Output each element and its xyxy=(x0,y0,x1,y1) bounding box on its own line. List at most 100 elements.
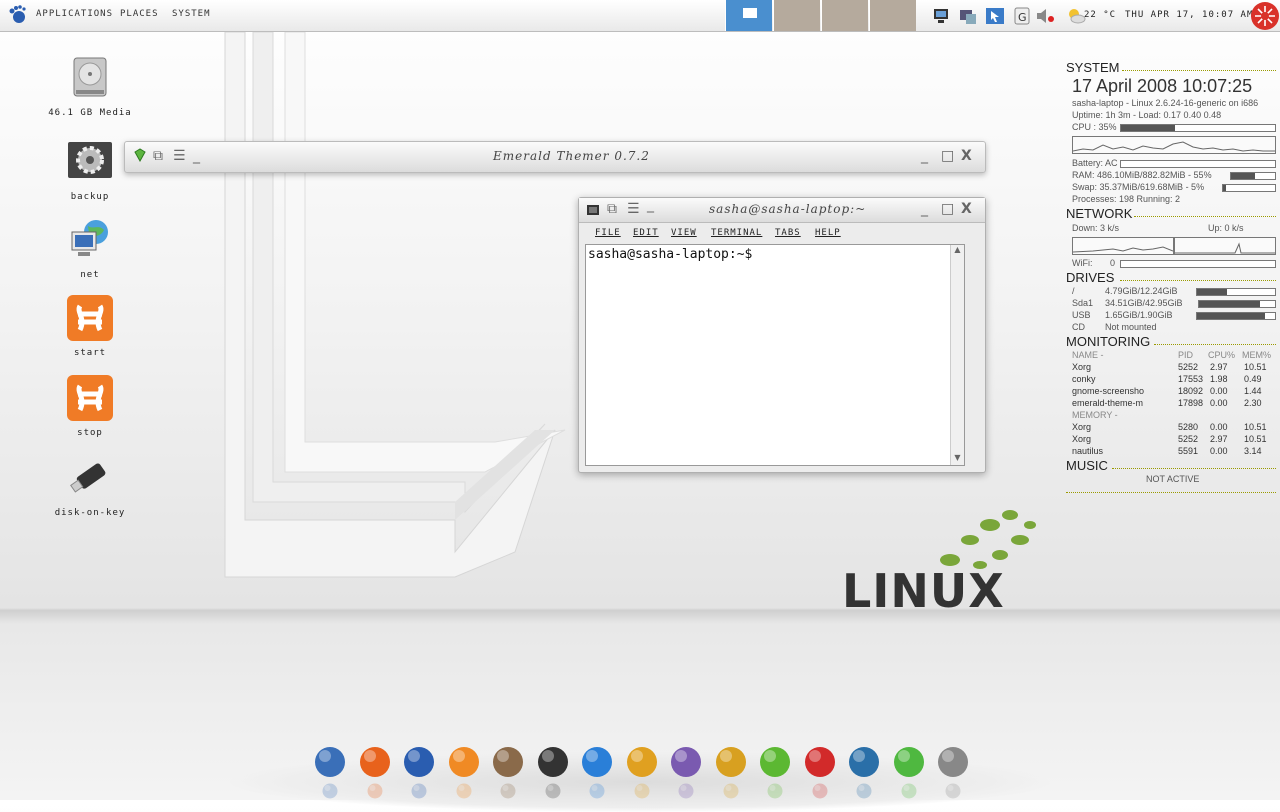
desktop-icon-net[interactable]: net xyxy=(45,216,135,280)
desktop-icon-media[interactable]: 46.1 GB Media xyxy=(45,54,135,118)
conky-monitoring-header: MONITORING xyxy=(1066,334,1151,349)
ram-bar-fill xyxy=(1231,173,1256,179)
computer-icon[interactable] xyxy=(958,6,978,26)
terminal-menu-terminal[interactable]: Terminal xyxy=(711,228,762,238)
pidgin-icon[interactable] xyxy=(668,744,704,780)
desktop-icon-stop[interactable]: stop xyxy=(45,374,135,438)
shutdown-icon[interactable] xyxy=(1250,1,1280,31)
process-mem: 0.49 xyxy=(1244,374,1262,384)
workspace-1[interactable] xyxy=(725,0,772,31)
cursor-icon[interactable] xyxy=(985,6,1005,26)
thunderbird-icon[interactable] xyxy=(401,744,437,780)
memory-label: MEMORY - xyxy=(1072,410,1118,420)
conky-battery: Battery: AC xyxy=(1072,158,1118,168)
weather-temperature[interactable]: 22 °C xyxy=(1084,10,1116,20)
skype-icon[interactable] xyxy=(757,744,793,780)
close-button[interactable]: X xyxy=(961,202,975,216)
usb-drive-icon xyxy=(70,463,106,493)
terminal-titlebar[interactable]: ⧉ ☰ _ sasha@sasha-laptop:~ _ □ X xyxy=(579,198,985,223)
process-name: Xorg xyxy=(1072,422,1092,432)
minimize-button[interactable]: _ xyxy=(921,202,935,216)
dock-reflection xyxy=(812,783,827,799)
maximize-button[interactable]: □ xyxy=(941,149,955,163)
process-mem: 10.51 xyxy=(1244,362,1267,372)
desktop-icon-disk-on-key[interactable]: disk-on-key xyxy=(45,454,135,518)
terminal-menu-view[interactable]: View xyxy=(671,228,697,238)
terminal-app-icon xyxy=(587,205,599,215)
weather-icon[interactable] xyxy=(1066,6,1086,26)
window-shade-icon[interactable]: _ xyxy=(193,149,207,163)
scroll-up-icon[interactable]: ▲ xyxy=(951,245,964,257)
terminal-menu-file[interactable]: File xyxy=(595,228,621,238)
emerald-icon[interactable] xyxy=(891,744,927,780)
dock-reflection xyxy=(367,783,382,799)
minimize-button[interactable]: _ xyxy=(921,149,935,163)
window-shade-icon[interactable]: _ xyxy=(647,198,661,212)
keyboard-layout-icon[interactable]: G xyxy=(1012,6,1032,26)
battery-bar xyxy=(1120,160,1276,168)
process-cpu: 2.97 xyxy=(1210,362,1228,372)
trash-icon[interactable] xyxy=(935,744,971,780)
drive-bar-fill xyxy=(1199,301,1260,307)
volume-muted-icon[interactable] xyxy=(1035,6,1055,26)
conky-swap: Swap: 35.37MiB/619.68MiB - 5% xyxy=(1072,182,1205,192)
terminal-menu-tabs[interactable]: Tabs xyxy=(775,228,801,238)
blender-icon[interactable] xyxy=(446,744,482,780)
dock-reflection xyxy=(545,783,560,799)
col-pid: PID xyxy=(1178,350,1194,360)
process-name: nautilus xyxy=(1072,446,1104,456)
desktop-icon[interactable] xyxy=(312,744,348,780)
process-pid: 5252 xyxy=(1178,434,1199,444)
process-name: emerald-theme-m xyxy=(1072,398,1144,408)
emerald-themer-window[interactable]: ⧉ ☰ _ Emerald Themer 0.7.2 _ □ X xyxy=(124,141,986,173)
process-pid: 17898 xyxy=(1178,398,1204,408)
clock[interactable]: THU APR 17, 10:07 AM xyxy=(1125,10,1253,20)
col-name: NAME - xyxy=(1072,350,1104,360)
cpu-bar xyxy=(1120,124,1276,132)
process-mem: 10.51 xyxy=(1244,434,1267,444)
svg-text:G: G xyxy=(1018,11,1027,24)
gimp-icon[interactable] xyxy=(490,744,526,780)
window-stick-icon[interactable]: ⧉ xyxy=(153,149,167,163)
dock-reflection xyxy=(589,783,605,799)
terminal-output[interactable]: sasha@sasha-laptop:~$ ▲ ▼ xyxy=(585,244,965,466)
dock-reflection xyxy=(856,783,872,799)
terminal-icon[interactable] xyxy=(535,744,571,780)
chart-icon[interactable] xyxy=(624,744,660,780)
menu-applications[interactable]: Applications xyxy=(36,9,113,19)
drive-bar xyxy=(1198,300,1276,308)
firefox-icon[interactable] xyxy=(357,744,393,780)
desktop-icon-start[interactable]: start xyxy=(45,294,135,358)
terminal-menu-edit[interactable]: Edit xyxy=(633,228,659,238)
close-button[interactable]: X xyxy=(961,149,975,163)
menu-system[interactable]: System xyxy=(172,9,211,19)
menu-places[interactable]: Places xyxy=(120,9,159,19)
workspace-2[interactable] xyxy=(773,0,820,31)
conky-net-down: Down: 3 k/s xyxy=(1072,223,1120,233)
net-up-graph xyxy=(1174,237,1276,255)
process-pid: 5252 xyxy=(1178,362,1199,372)
dock-reflection xyxy=(945,783,961,799)
web-icon[interactable] xyxy=(846,744,882,780)
window-stick-icon[interactable]: ⧉ xyxy=(607,202,621,216)
gnome-foot-icon[interactable] xyxy=(6,4,28,26)
desktop-icon-backup[interactable]: backup xyxy=(45,138,135,202)
writer-icon[interactable] xyxy=(579,744,615,780)
section-divider xyxy=(1120,280,1276,281)
process-name: conky xyxy=(1072,374,1096,384)
terminal-window[interactable]: ⧉ ☰ _ sasha@sasha-laptop:~ _ □ X File Ed… xyxy=(578,197,986,473)
col-cpu: CPU% xyxy=(1208,350,1236,360)
scroll-down-icon[interactable]: ▼ xyxy=(951,453,964,465)
maximize-button[interactable]: □ xyxy=(941,202,955,216)
process-pid: 5591 xyxy=(1178,446,1199,456)
workspace-3[interactable] xyxy=(821,0,868,31)
window-menu-icon[interactable]: ☰ xyxy=(627,202,641,216)
workspace-4[interactable] xyxy=(869,0,916,31)
terminal-menu-help[interactable]: Help xyxy=(815,228,841,238)
terminal-scrollbar[interactable]: ▲ ▼ xyxy=(950,245,964,465)
network-icon[interactable] xyxy=(931,6,951,26)
conky-network-header: NETWORK xyxy=(1066,206,1133,221)
chat-icon[interactable] xyxy=(713,744,749,780)
window-menu-icon[interactable]: ☰ xyxy=(173,149,187,163)
tux-icon[interactable] xyxy=(802,744,838,780)
